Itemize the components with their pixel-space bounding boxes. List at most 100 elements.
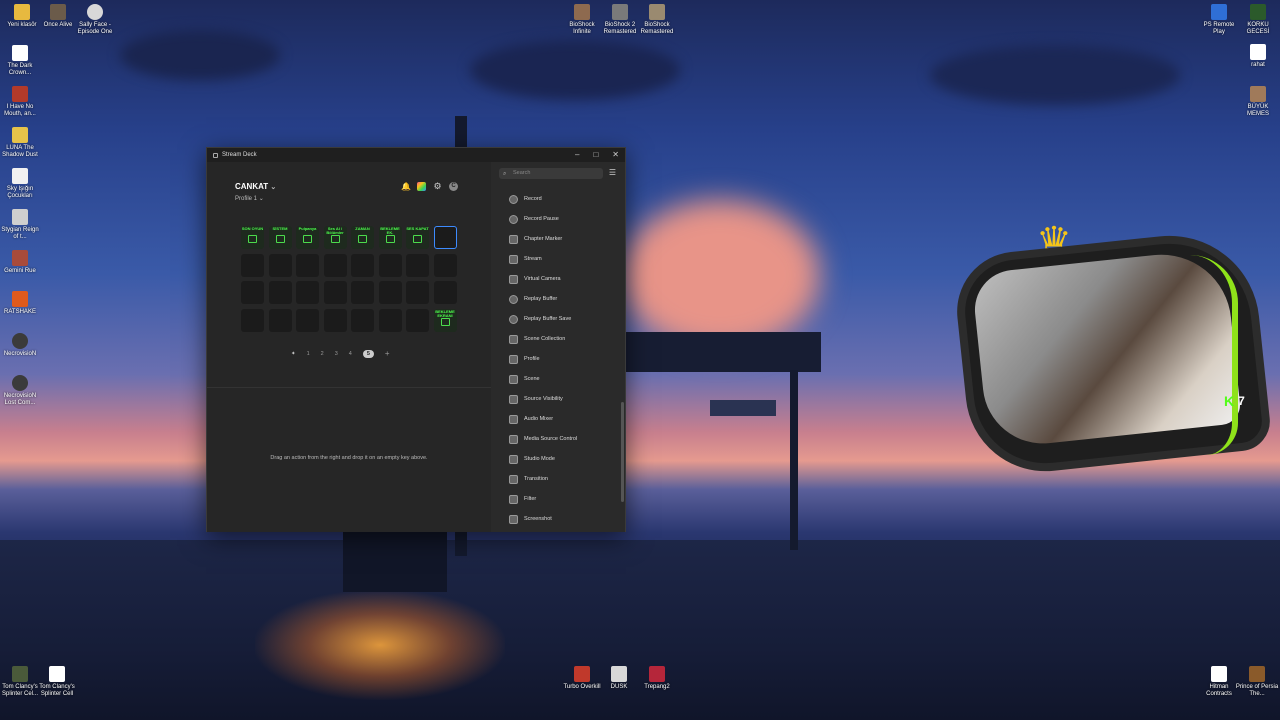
action-item-screenshot[interactable]: Screenshot (509, 509, 577, 529)
key-empty[interactable] (406, 281, 429, 304)
desktop-icon-sally-face[interactable]: Sally Face - Episode One (73, 4, 117, 36)
page-button-current[interactable]: 5 (362, 349, 374, 358)
desktop-icon-label: Trepang2 (644, 684, 670, 690)
key[interactable]: BEKLEME EKRANI (433, 308, 457, 332)
key-empty[interactable] (323, 308, 347, 332)
key-label: BEKLEME EKRANI (435, 308, 455, 318)
desktop-icon-trepang2[interactable]: Trepang2 (635, 666, 679, 691)
desktop-icon-dark-crown[interactable]: The Dark Crown... (0, 45, 42, 77)
key-empty[interactable] (323, 281, 347, 304)
key-empty[interactable] (268, 281, 292, 304)
key[interactable]: Pulpanya (296, 226, 319, 249)
key-empty[interactable] (241, 308, 264, 332)
pin-icon[interactable]: ✦ (291, 351, 296, 357)
bus-stop-sign (710, 400, 776, 416)
key-empty[interactable] (406, 308, 429, 332)
search-input[interactable]: ⌕ Search (499, 168, 603, 179)
desktop-icon-necrovision[interactable]: NecrovisioN (0, 333, 42, 358)
key-empty[interactable] (268, 308, 292, 332)
action-item-transition[interactable]: Transition (509, 469, 577, 489)
desktop-icon-ps-remote-play[interactable]: PS Remote Play (1197, 4, 1241, 36)
action-item-scene[interactable]: Scene (509, 369, 577, 389)
action-item-virtual-camera[interactable]: Virtual Camera (509, 269, 577, 289)
key-empty[interactable] (351, 308, 374, 332)
key-empty[interactable] (241, 281, 264, 304)
key-empty[interactable] (433, 281, 457, 304)
key-empty[interactable] (406, 253, 429, 277)
action-item-media-source-control[interactable]: Media Source Control (509, 429, 577, 449)
action-item-record[interactable]: Record (509, 189, 577, 209)
action-item-studio-mode[interactable]: Studio Mode (509, 449, 577, 469)
desktop-icon-necrovision-lost[interactable]: NecrovisioN Lost Com... (0, 375, 42, 407)
scrollbar[interactable] (621, 402, 624, 502)
desktop-icon-rahat[interactable]: rahat (1236, 44, 1280, 69)
action-item-audio-mixer[interactable]: Audio Mixer (509, 409, 577, 429)
key-empty[interactable] (433, 253, 457, 277)
action-label: Scene Collection (524, 336, 566, 342)
page-button[interactable]: 2 (321, 351, 324, 357)
key-empty[interactable] (351, 281, 374, 304)
action-item-record-pause[interactable]: Record Pause (509, 209, 577, 229)
key-empty[interactable] (378, 308, 402, 332)
key[interactable]: SES KAPAT (406, 226, 429, 249)
desktop-icon-prince-of-persia[interactable]: Prince of Persia The... (1235, 666, 1279, 698)
game-icon (649, 4, 665, 20)
desktop-icon-label: RATSHAKE (4, 309, 36, 315)
studio-mode-icon (509, 454, 518, 464)
page-button[interactable]: 3 (335, 351, 338, 357)
profile-dropdown[interactable]: Profile 1 ⌄ (235, 195, 264, 202)
action-item-replay-buffer[interactable]: Replay Buffer (509, 289, 577, 309)
key-empty[interactable] (241, 253, 264, 277)
key[interactable]: ZAMAN (351, 226, 374, 249)
action-item-filter[interactable]: Filter (509, 489, 577, 509)
key-empty[interactable] (296, 253, 319, 277)
close-button[interactable]: ✕ (612, 150, 619, 159)
key-empty[interactable] (378, 253, 402, 277)
action-item-profile[interactable]: Profile (509, 349, 577, 369)
action-item-chapter-marker[interactable]: Chapter Marker (509, 229, 577, 249)
action-item-source-visibility[interactable]: Source Visibility (509, 389, 577, 409)
key-empty[interactable] (296, 281, 319, 304)
key-label: SON OYUN (241, 226, 264, 231)
maximize-button[interactable]: □ (593, 150, 598, 159)
key-empty[interactable] (296, 308, 319, 332)
action-item-replay-buffer-save[interactable]: Replay Buffer Save (509, 309, 577, 329)
marketplace-icon[interactable] (417, 182, 426, 191)
key-empty[interactable] (351, 253, 374, 277)
avatar[interactable]: C (449, 182, 458, 191)
key-selected[interactable] (433, 226, 457, 249)
desktop-icon-bioshock[interactable]: BioShock Remastered (635, 4, 679, 36)
key-empty[interactable] (268, 253, 292, 277)
desktop-icon-buyuk-memes[interactable]: BÜYÜK MEMES (1236, 86, 1280, 118)
device-name-dropdown[interactable]: CANKAT ⌄ (235, 182, 276, 191)
key[interactable]: SON OYUN (241, 226, 264, 249)
desktop-icon-i-have-no-mouth[interactable]: I Have No Mouth, an... (0, 86, 42, 118)
page-button[interactable]: 4 (349, 351, 352, 357)
replay-buffer-icon (509, 294, 518, 304)
minimize-button[interactable]: – (575, 150, 579, 159)
action-item-scene-collection[interactable]: Scene Collection (509, 329, 577, 349)
desktop-icon-luna[interactable]: LUNA The Shadow Dust (0, 127, 42, 159)
screen-icon (385, 235, 395, 243)
key[interactable]: Ses Al / Bölümler (323, 226, 347, 249)
key-empty[interactable] (323, 253, 347, 277)
desktop-icon-ratshake[interactable]: RATSHAKE (0, 291, 42, 316)
desktop-icon-sky[interactable]: Sky Işığın Çocukları (0, 168, 42, 200)
key[interactable]: SİSTEM (268, 226, 292, 249)
desktop-icon-stygian[interactable]: Stygian Reign of t... (0, 209, 42, 241)
add-page-button[interactable]: + (385, 349, 390, 358)
bell-icon[interactable]: 🔔 (401, 182, 411, 191)
desktop-icon-splinter-cell-2[interactable]: Tom Clancy's Splinter Cell (35, 666, 79, 698)
list-view-icon[interactable]: ☰ (609, 168, 616, 177)
light-reflection (255, 590, 505, 700)
title-bar[interactable]: Stream Deck – □ ✕ (207, 148, 625, 162)
key-label: Pulpanya (298, 226, 317, 231)
desktop-icon-gemini-rue[interactable]: Gemini Rue (0, 250, 42, 275)
desktop-icon-korku-gecesi[interactable]: KORKU GECESİ (1236, 4, 1280, 36)
gear-icon[interactable]: ⚙ (433, 182, 442, 191)
key-empty[interactable] (378, 281, 402, 304)
screen-icon (330, 235, 340, 243)
action-item-stream[interactable]: Stream (509, 249, 577, 269)
key[interactable]: BEKLEME EK. (378, 226, 402, 249)
page-button[interactable]: 1 (307, 351, 310, 357)
